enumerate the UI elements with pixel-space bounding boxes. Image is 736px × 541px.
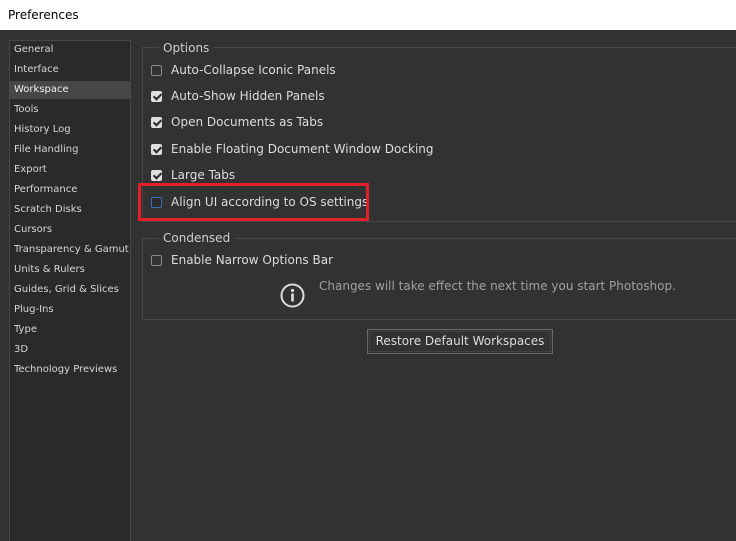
info-icon xyxy=(280,283,305,308)
restart-notice: Changes will take effect the next time y… xyxy=(319,279,676,293)
narrow-options-label: Enable Narrow Options Bar xyxy=(171,253,334,267)
large-tabs-label: Large Tabs xyxy=(171,168,236,182)
sidebar-item-performance[interactable]: Performance xyxy=(10,181,131,199)
auto-show-label: Auto-Show Hidden Panels xyxy=(171,89,325,103)
auto-collapse-label: Auto-Collapse Iconic Panels xyxy=(171,63,336,77)
auto-show-checkbox[interactable] xyxy=(151,91,162,102)
sidebar-item-technology-previews[interactable]: Technology Previews xyxy=(10,361,131,379)
open-as-tabs-label: Open Documents as Tabs xyxy=(171,115,324,129)
restore-default-workspaces-button[interactable]: Restore Default Workspaces xyxy=(367,329,553,354)
highlight-box xyxy=(138,183,369,221)
sidebar-item-general[interactable]: General xyxy=(10,41,131,59)
title-bar: Preferences xyxy=(0,0,736,30)
options-group-title: Options xyxy=(159,41,214,55)
sidebar-item-type[interactable]: Type xyxy=(10,321,131,339)
floating-docking-checkbox[interactable] xyxy=(151,144,162,155)
sidebar-item-cursors[interactable]: Cursors xyxy=(10,221,131,239)
sidebar-item-history-log[interactable]: History Log xyxy=(10,121,131,139)
window-title: Preferences xyxy=(8,8,79,22)
sidebar-item-units-rulers[interactable]: Units & Rulers xyxy=(10,261,131,279)
auto-collapse-checkbox[interactable] xyxy=(151,65,162,76)
large-tabs-checkbox[interactable] xyxy=(151,170,162,181)
sidebar-item-plug-ins[interactable]: Plug-Ins xyxy=(10,301,131,319)
sidebar-item-workspace[interactable]: Workspace xyxy=(10,81,131,99)
sidebar-item-export[interactable]: Export xyxy=(10,161,131,179)
sidebar-item-guides-grid-slices[interactable]: Guides, Grid & Slices xyxy=(10,281,131,299)
sidebar-item-scratch-disks[interactable]: Scratch Disks xyxy=(10,201,131,219)
sidebar-item-3d[interactable]: 3D xyxy=(10,341,131,359)
sidebar-item-transparency-gamut[interactable]: Transparency & Gamut xyxy=(10,241,131,259)
sidebar-item-interface[interactable]: Interface xyxy=(10,61,131,79)
floating-docking-label: Enable Floating Document Window Docking xyxy=(171,142,434,156)
condensed-group-title: Condensed xyxy=(159,231,235,245)
sidebar: General Interface Workspace Tools Histor… xyxy=(9,40,131,541)
sidebar-item-file-handling[interactable]: File Handling xyxy=(10,141,131,159)
sidebar-item-tools[interactable]: Tools xyxy=(10,101,131,119)
open-as-tabs-checkbox[interactable] xyxy=(151,117,162,128)
narrow-options-checkbox[interactable] xyxy=(151,255,162,266)
